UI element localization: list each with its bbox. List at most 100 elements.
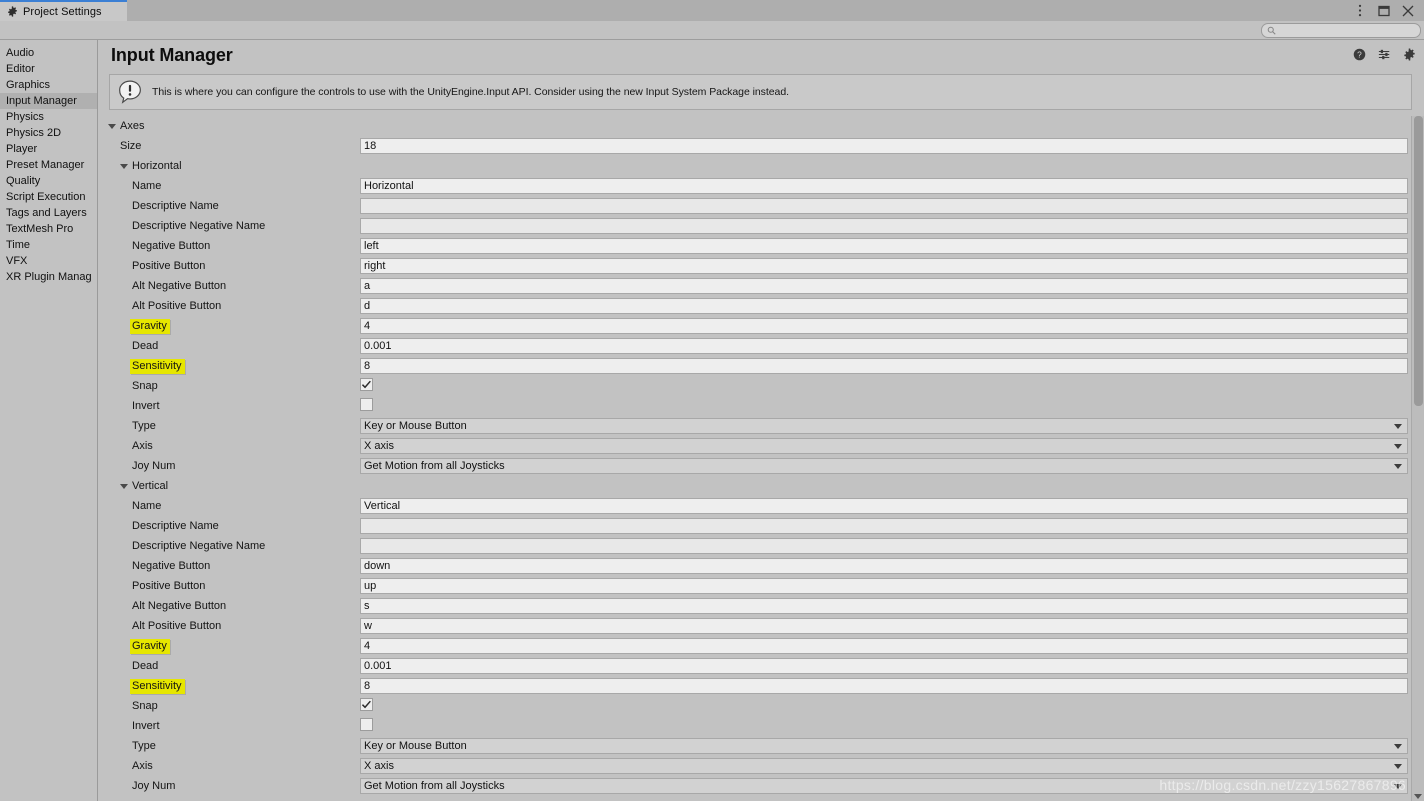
property-row: Descriptive Negative Name: [99, 216, 1424, 236]
tree-rows: Axes Size Horizontal Name Descriptive Name De…: [99, 116, 1424, 796]
property-label: Descriptive Negative Name: [132, 219, 266, 232]
text-input[interactable]: [360, 538, 1408, 554]
field-container: Key or Mouse Button: [360, 738, 1408, 754]
property-label: Gravity: [130, 318, 170, 334]
more-options-icon[interactable]: [1353, 4, 1366, 17]
axes-property-tree: Axes Size Horizontal Name Descriptive Name De…: [99, 116, 1424, 801]
scroll-down-arrow-icon[interactable]: [1414, 794, 1422, 799]
text-input[interactable]: [360, 198, 1408, 214]
property-label: Type: [132, 419, 156, 432]
foldout-triangle-icon[interactable]: [120, 163, 128, 169]
property-row: Negative Button: [99, 556, 1424, 576]
dropdown-select[interactable]: Key or Mouse Button: [360, 738, 1408, 754]
text-input[interactable]: [360, 238, 1408, 254]
chevron-down-icon: [1394, 784, 1402, 789]
text-input[interactable]: [360, 638, 1408, 654]
settings-gear-icon[interactable]: [1403, 48, 1416, 61]
property-row: Gravity: [99, 636, 1424, 656]
text-input[interactable]: [360, 218, 1408, 234]
chevron-down-icon: [1394, 464, 1402, 469]
dropdown-select[interactable]: Key or Mouse Button: [360, 418, 1408, 434]
sidebar-item-physics-2d[interactable]: Physics 2D: [0, 125, 97, 141]
text-input[interactable]: [360, 578, 1408, 594]
property-label: Name: [132, 499, 162, 512]
help-icon[interactable]: ?: [1353, 48, 1366, 61]
field-container: [360, 318, 1408, 334]
property-label: Axes: [120, 119, 145, 132]
input-manager-panel: Input Manager ? This is where you can co…: [99, 40, 1424, 801]
sidebar-item-physics[interactable]: Physics: [0, 109, 97, 125]
close-icon[interactable]: [1401, 4, 1414, 17]
dropdown-select[interactable]: X axis: [360, 758, 1408, 774]
sidebar-item-player[interactable]: Player: [0, 141, 97, 157]
text-input[interactable]: [360, 678, 1408, 694]
text-input[interactable]: [360, 618, 1408, 634]
property-row: Type Key or Mouse Button: [99, 416, 1424, 436]
property-label: Snap: [132, 699, 158, 712]
sidebar-item-graphics[interactable]: Graphics: [0, 77, 97, 93]
property-row: Descriptive Negative Name: [99, 536, 1424, 556]
sidebar-item-audio[interactable]: Audio: [0, 45, 97, 61]
search-input[interactable]: [1280, 24, 1415, 37]
maximize-icon[interactable]: [1377, 4, 1390, 17]
text-input[interactable]: [360, 518, 1408, 534]
window-controls: [1353, 0, 1420, 21]
tab-project-settings[interactable]: Project Settings: [0, 0, 127, 21]
foldout-triangle-icon[interactable]: [120, 483, 128, 489]
text-input[interactable]: [360, 498, 1408, 514]
sidebar-item-editor[interactable]: Editor: [0, 61, 97, 77]
property-label: Sensitivity: [130, 358, 185, 374]
checkbox[interactable]: [360, 378, 373, 391]
sidebar-item-script-execution[interactable]: Script Execution: [0, 189, 97, 205]
checkbox[interactable]: [360, 718, 373, 731]
field-container: X axis: [360, 758, 1408, 774]
sidebar-item-vfx[interactable]: VFX: [0, 253, 97, 269]
text-input[interactable]: [360, 258, 1408, 274]
text-input[interactable]: [360, 598, 1408, 614]
foldout-triangle-icon[interactable]: [108, 123, 116, 129]
sidebar-list: Audio Editor Graphics Input Manager Physics P…: [0, 45, 97, 285]
sidebar-item-time[interactable]: Time: [0, 237, 97, 253]
tabbar-empty-area: [127, 0, 1424, 21]
field-container: [360, 378, 1408, 394]
search-box[interactable]: [1261, 23, 1421, 38]
field-container: [360, 538, 1408, 554]
text-input[interactable]: [360, 358, 1408, 374]
property-row: Alt Negative Button: [99, 276, 1424, 296]
checkbox[interactable]: [360, 698, 373, 711]
sidebar-item-input-manager[interactable]: Input Manager: [0, 93, 97, 109]
text-input[interactable]: [360, 558, 1408, 574]
sidebar-item-preset-manager[interactable]: Preset Manager: [0, 157, 97, 173]
text-input[interactable]: [360, 658, 1408, 674]
property-label: Vertical: [132, 479, 169, 492]
property-label: Axis: [132, 439, 153, 452]
dropdown-select[interactable]: X axis: [360, 438, 1408, 454]
property-row: Snap: [99, 376, 1424, 396]
checkbox[interactable]: [360, 398, 373, 411]
dropdown-select[interactable]: Get Motion from all Joysticks: [360, 458, 1408, 474]
text-input[interactable]: [360, 338, 1408, 354]
text-input[interactable]: [360, 278, 1408, 294]
property-label: Descriptive Name: [132, 199, 219, 212]
settings-sidebar[interactable]: Audio Editor Graphics Input Manager Physics P…: [0, 40, 98, 801]
property-label: Positive Button: [132, 259, 206, 272]
dropdown-select[interactable]: Get Motion from all Joysticks: [360, 778, 1408, 794]
sidebar-item-xr-plugin-manag[interactable]: XR Plugin Manag: [0, 269, 97, 285]
vertical-scrollbar[interactable]: [1411, 116, 1424, 801]
panel-header-icons: ?: [1353, 48, 1416, 61]
sidebar-item-textmesh-pro[interactable]: TextMesh Pro: [0, 221, 97, 237]
sidebar-item-tags-and-layers[interactable]: Tags and Layers: [0, 205, 97, 221]
text-input[interactable]: [360, 138, 1408, 154]
property-label: Dead: [132, 339, 159, 352]
dropdown-value: X axis: [364, 760, 394, 772]
property-row: Sensitivity: [99, 356, 1424, 376]
field-container: X axis: [360, 438, 1408, 454]
text-input[interactable]: [360, 318, 1408, 334]
text-input[interactable]: [360, 298, 1408, 314]
preset-icon[interactable]: [1378, 48, 1391, 61]
scrollbar-thumb[interactable]: [1414, 116, 1423, 406]
sidebar-item-quality[interactable]: Quality: [0, 173, 97, 189]
dropdown-value: Key or Mouse Button: [364, 740, 467, 752]
text-input[interactable]: [360, 178, 1408, 194]
property-row: Alt Positive Button: [99, 296, 1424, 316]
